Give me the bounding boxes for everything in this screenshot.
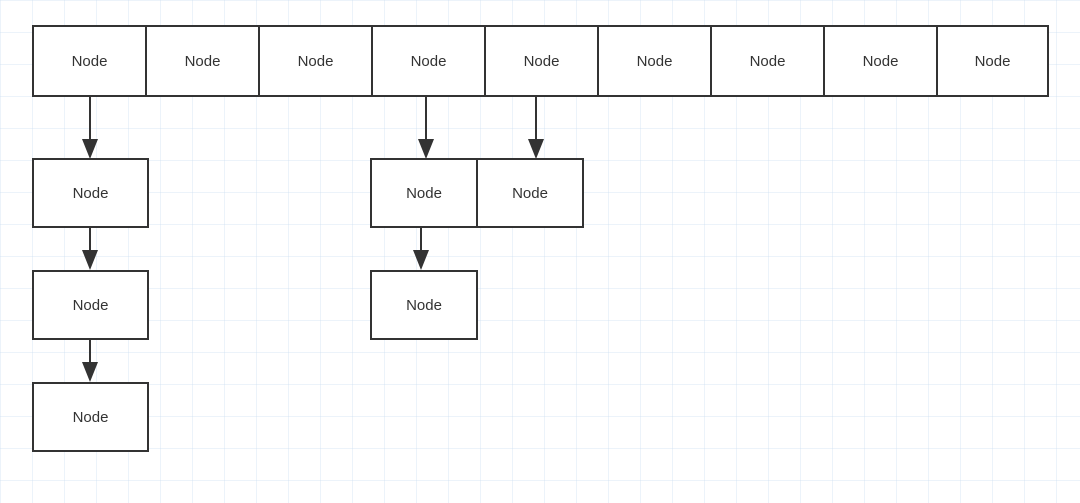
node-label: Node xyxy=(73,185,109,202)
node-label: Node xyxy=(406,297,442,314)
node-label: Node xyxy=(72,53,108,70)
mid-group-below: Node xyxy=(370,270,478,340)
left-chain-node-2: Node xyxy=(32,270,149,340)
left-chain-node-1: Node xyxy=(32,158,149,228)
node-label: Node xyxy=(406,185,442,202)
node-label: Node xyxy=(637,53,673,70)
node-label: Node xyxy=(750,53,786,70)
node-label: Node xyxy=(524,53,560,70)
node-label: Node xyxy=(185,53,221,70)
diagram-canvas: Node Node Node Node Node Node Node Node … xyxy=(0,0,1080,503)
top-cell-6: Node xyxy=(710,25,823,97)
node-label: Node xyxy=(411,53,447,70)
top-cell-3: Node xyxy=(371,25,484,97)
node-label: Node xyxy=(512,185,548,202)
node-label: Node xyxy=(298,53,334,70)
top-cell-4: Node xyxy=(484,25,597,97)
mid-group-right: Node xyxy=(476,158,584,228)
node-label: Node xyxy=(73,409,109,426)
top-cell-8: Node xyxy=(936,25,1049,97)
node-label: Node xyxy=(975,53,1011,70)
left-chain-node-3: Node xyxy=(32,382,149,452)
node-label: Node xyxy=(73,297,109,314)
top-cell-5: Node xyxy=(597,25,710,97)
top-cell-1: Node xyxy=(145,25,258,97)
top-row: Node Node Node Node Node Node Node Node … xyxy=(32,25,1049,97)
top-cell-7: Node xyxy=(823,25,936,97)
node-label: Node xyxy=(863,53,899,70)
top-cell-2: Node xyxy=(258,25,371,97)
mid-group-left: Node xyxy=(370,158,478,228)
top-cell-0: Node xyxy=(32,25,145,97)
